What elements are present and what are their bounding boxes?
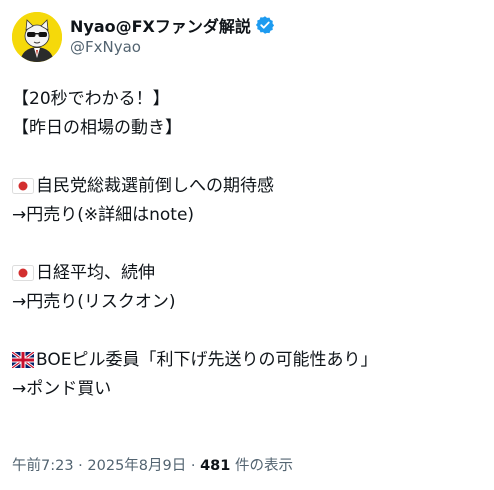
tweet-line-heading: 【20秒でわかる！】: [12, 89, 170, 109]
news-item-1-result: →円売り(※詳細はnote): [12, 205, 195, 225]
tweet-time[interactable]: 午前7:23: [12, 458, 74, 474]
meta-separator: ·: [73, 458, 88, 474]
news-item-3: BOEピル委員「利下げ先送りの可能性あり」: [11, 346, 482, 378]
news-item-3-result: →ポンド買い: [12, 379, 112, 399]
cat-avatar-icon[interactable]: [12, 12, 62, 62]
japan-flag-icon: [12, 175, 34, 204]
verified-badge-icon[interactable]: [255, 15, 275, 35]
news-item-2: 日経平均、続伸: [12, 259, 482, 288]
tweet-date[interactable]: 2025年8月9日: [87, 458, 186, 474]
tweet-text: 【20秒でわかる！】 【昨日の相場の動き】 自民党総裁選前倒しへの期待感 →円売…: [11, 85, 482, 404]
news-item-1: 自民党総裁選前倒しへの期待感: [12, 172, 482, 201]
views-label: 件の表示: [230, 458, 293, 474]
news-item-2-title: 日経平均、続伸: [36, 263, 155, 283]
author-handle[interactable]: @FxNyao: [70, 38, 141, 56]
news-item-2-result: →円売り(リスクオン): [12, 292, 176, 312]
news-item-1-title: 自民党総裁選前倒しへの期待感: [36, 176, 274, 196]
tweet-line-subheading: 【昨日の相場の動き】: [12, 118, 182, 138]
tweet-meta: 午前7:23 · 2025年8月9日 · 481 件の表示: [12, 454, 293, 475]
news-item-3-title: BOEピル委員「利下げ先送りの可能性あり」: [36, 350, 378, 370]
uk-flag-icon: [11, 349, 35, 378]
views-count: 481: [200, 458, 231, 474]
meta-separator: ·: [186, 458, 201, 474]
author-display-name[interactable]: Nyao@FXファンダ解説: [70, 13, 251, 37]
tweet-header: Nyao@FXファンダ解説 @FxNyao: [12, 12, 482, 62]
author-name-row: Nyao@FXファンダ解説: [70, 14, 275, 36]
japan-flag-icon: [12, 262, 34, 291]
